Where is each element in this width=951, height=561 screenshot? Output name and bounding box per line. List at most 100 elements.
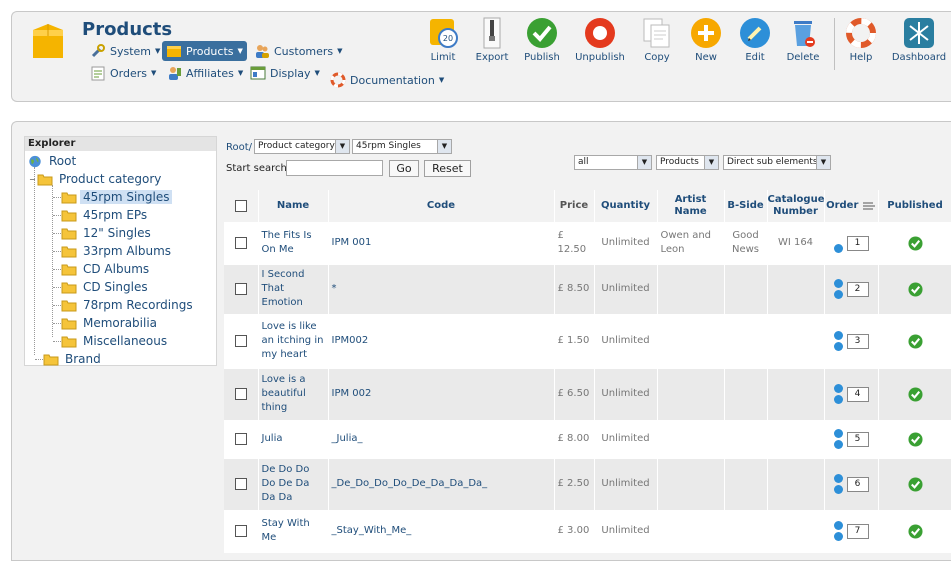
menu-customers[interactable]: Customers ▼ <box>250 41 347 61</box>
column-header-artist[interactable]: Artist Name <box>657 190 725 223</box>
tree-node-category[interactable]: 45rpm EPs <box>61 207 150 223</box>
product-code-link[interactable]: IPM 002 <box>328 368 555 421</box>
table-row[interactable]: De Do Do Do De Da Da Da _De_Do_Do_Do_De_D… <box>224 458 951 511</box>
reset-button[interactable]: Reset <box>424 160 471 177</box>
column-header-bside[interactable]: B-Side <box>724 190 768 223</box>
delete-button[interactable]: Delete <box>772 16 834 63</box>
menu-system[interactable]: System ▼ <box>86 41 164 61</box>
move-up-icon[interactable] <box>833 384 843 393</box>
move-down-icon[interactable] <box>833 342 843 351</box>
move-down-icon[interactable] <box>833 485 843 494</box>
tree-node-brand[interactable]: Brand <box>43 351 104 367</box>
column-header-quantity[interactable]: Quantity <box>594 190 658 223</box>
row-checkbox[interactable] <box>234 237 247 249</box>
row-checkbox[interactable] <box>234 478 247 490</box>
column-header-published[interactable]: Published <box>878 190 951 223</box>
move-down-icon[interactable] <box>833 532 843 541</box>
order-input[interactable]: 3 <box>846 333 869 349</box>
tree-node-category[interactable]: 78rpm Recordings <box>61 297 196 313</box>
column-header-code[interactable]: Code <box>328 190 555 223</box>
row-checkbox[interactable] <box>234 388 247 400</box>
menu-display[interactable]: Display ▼ <box>246 63 324 83</box>
order-input[interactable]: 6 <box>846 476 869 492</box>
order-input[interactable]: 2 <box>846 281 869 297</box>
search-input[interactable] <box>286 160 383 176</box>
menu-affiliates[interactable]: Affiliates ▼ <box>162 63 247 83</box>
product-code-link[interactable]: IPM 001 <box>328 222 555 265</box>
order-input[interactable]: 7 <box>846 523 869 539</box>
row-checkbox[interactable] <box>234 525 247 537</box>
move-up-icon[interactable] <box>833 474 843 483</box>
filter-depth-select[interactable]: Direct sub elements ▼ <box>723 155 831 170</box>
published-check-icon[interactable] <box>907 523 923 539</box>
unpublish-button[interactable]: Unpublish <box>569 16 631 63</box>
published-check-icon[interactable] <box>907 476 923 492</box>
column-header-name[interactable]: Name <box>258 190 329 223</box>
breadcrumb-root[interactable]: Root/ <box>226 142 252 153</box>
order-input[interactable]: 4 <box>846 386 869 402</box>
tree-node-category[interactable]: CD Singles <box>61 279 151 295</box>
column-header-price[interactable]: Price <box>554 190 595 223</box>
category-type-select[interactable]: Product category ▼ <box>254 139 350 154</box>
menu-orders[interactable]: Orders ▼ <box>86 63 160 83</box>
publish-button[interactable]: Publish <box>511 16 573 63</box>
product-code-link[interactable]: _De_Do_Do_Do_De_Da_Da_Da_ <box>328 458 555 511</box>
menu-documentation[interactable]: Documentation ▼ <box>326 70 448 90</box>
filter-all-select[interactable]: all ▼ <box>574 155 652 170</box>
column-header-order[interactable]: Order <box>824 190 879 223</box>
row-checkbox[interactable] <box>234 335 247 347</box>
product-name-link[interactable]: Love is a beautiful thing <box>258 368 329 421</box>
order-input[interactable]: 1 <box>846 235 869 251</box>
move-up-icon[interactable] <box>833 429 843 438</box>
product-name-link[interactable]: The Fits Is On Me <box>258 222 329 265</box>
move-down-icon[interactable] <box>833 244 843 253</box>
product-name-link[interactable]: I Second That Emotion <box>258 264 329 315</box>
tree-node-category[interactable]: 45rpm Singles <box>61 189 173 205</box>
tree-node-root[interactable]: Root <box>27 153 79 169</box>
help-button[interactable]: Help <box>830 16 892 63</box>
product-code-link[interactable]: IPM002 <box>328 314 555 369</box>
published-check-icon[interactable] <box>907 431 923 447</box>
order-input[interactable]: 5 <box>846 431 869 447</box>
move-up-icon[interactable] <box>833 279 843 288</box>
select-all-checkbox[interactable] <box>234 199 247 212</box>
row-checkbox[interactable] <box>234 283 247 295</box>
table-row[interactable]: The Fits Is On Me IPM 001 £ 12.50 Unlimited… <box>224 222 951 265</box>
tree-node-category[interactable]: Memorabilia <box>61 315 160 331</box>
tree-node-category[interactable]: 33rpm Albums <box>61 243 174 259</box>
tree-node-category[interactable]: Miscellaneous <box>61 333 170 349</box>
product-code-link[interactable]: * <box>328 264 555 315</box>
tree-node-category[interactable]: CD Albums <box>61 261 152 277</box>
dashboard-button[interactable]: Dashboard <box>888 16 950 63</box>
filter-type-select[interactable]: Products ▼ <box>656 155 719 170</box>
move-down-icon[interactable] <box>833 440 843 449</box>
product-code-link[interactable]: _Julia_ <box>328 420 555 459</box>
tree-node-product-category[interactable]: − Product category <box>29 171 164 187</box>
product-name-link[interactable]: De Do Do Do De Da Da Da <box>258 458 329 511</box>
table-row[interactable]: I Second That Emotion * £ 8.50 Unlimited 2 <box>224 264 951 315</box>
move-down-icon[interactable] <box>833 395 843 404</box>
move-down-icon[interactable] <box>833 290 843 299</box>
go-button[interactable]: Go <box>389 160 419 177</box>
product-name-link[interactable]: Julia <box>258 420 329 459</box>
table-row[interactable]: Julia _Julia_ £ 8.00 Unlimited 5 <box>224 420 951 459</box>
tree-node-category[interactable]: 12" Singles <box>61 225 154 241</box>
collapse-icon[interactable]: − <box>29 175 37 184</box>
menu-products[interactable]: Products ▼ <box>162 41 247 61</box>
published-check-icon[interactable] <box>907 235 923 251</box>
table-row[interactable]: Stay With Me _Stay_With_Me_ £ 3.00 Unlimite… <box>224 510 951 553</box>
save-order-icon[interactable] <box>862 200 876 212</box>
product-name-link[interactable]: Love is like an itching in my heart <box>258 314 329 369</box>
column-header-catalogue[interactable]: Catalogue Number <box>767 190 825 223</box>
product-name-link[interactable]: Stay With Me <box>258 510 329 553</box>
move-up-icon[interactable] <box>833 331 843 340</box>
product-code-link[interactable]: _Stay_With_Me_ <box>328 510 555 553</box>
category-value-select[interactable]: 45rpm Singles ▼ <box>352 139 452 154</box>
move-up-icon[interactable] <box>833 521 843 530</box>
published-check-icon[interactable] <box>907 281 923 297</box>
row-checkbox[interactable] <box>234 433 247 445</box>
table-row[interactable]: Love is like an itching in my heart IPM00… <box>224 314 951 369</box>
table-row[interactable]: Love is a beautiful thing IPM 002 £ 6.50 Un… <box>224 368 951 421</box>
published-check-icon[interactable] <box>907 386 923 402</box>
published-check-icon[interactable] <box>907 333 923 349</box>
